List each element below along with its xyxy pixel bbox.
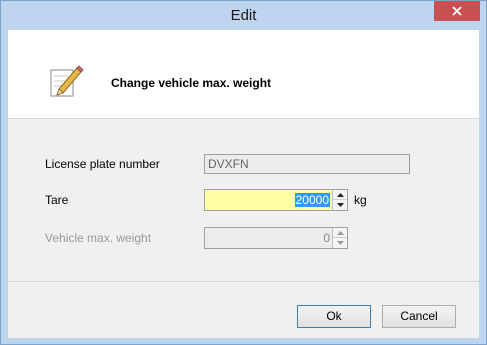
license-plate-field: DVXFN <box>204 154 410 174</box>
pencil-icon <box>50 65 84 97</box>
window-frame-left <box>1 30 8 344</box>
arrow-up-icon <box>336 192 344 197</box>
arrow-down-icon <box>336 203 344 207</box>
max-weight-spin-buttons <box>332 228 347 248</box>
tare-spin-buttons <box>332 190 347 210</box>
tare-label: Tare <box>45 193 69 207</box>
window-frame-right <box>479 30 486 344</box>
window-frame-bottom <box>1 337 486 344</box>
tare-value: 20000 <box>294 193 330 207</box>
header-title: Change vehicle max. weight <box>111 76 272 90</box>
license-plate-label: License plate number <box>45 157 160 171</box>
close-button[interactable] <box>434 1 480 21</box>
tare-value-box[interactable]: 20000 <box>205 190 333 210</box>
max-weight-stepper: 0 <box>204 227 348 249</box>
dialog-title: Edit <box>230 7 257 24</box>
max-weight-increment-button <box>333 228 347 238</box>
close-icon <box>452 6 462 16</box>
ok-button[interactable]: Ok <box>297 305 371 328</box>
edit-dialog: Edit Change vehicle max. weight License … <box>0 0 487 345</box>
tare-increment-button[interactable] <box>333 190 347 200</box>
max-weight-value: 0 <box>323 231 330 245</box>
dialog-footer: Ok Cancel <box>8 281 479 338</box>
cancel-button[interactable]: Cancel <box>382 305 456 328</box>
tare-stepper[interactable]: 20000 <box>204 189 348 211</box>
max-weight-label: Vehicle max. weight <box>45 231 152 245</box>
arrow-up-icon <box>336 230 344 235</box>
form-panel: License plate number DVXFN Tare 20000 kg… <box>8 119 479 281</box>
max-weight-decrement-button <box>333 238 347 248</box>
tare-unit: kg <box>354 193 367 207</box>
tare-decrement-button[interactable] <box>333 200 347 210</box>
dialog-header: Change vehicle max. weight <box>8 30 479 119</box>
arrow-down-icon <box>336 241 344 245</box>
